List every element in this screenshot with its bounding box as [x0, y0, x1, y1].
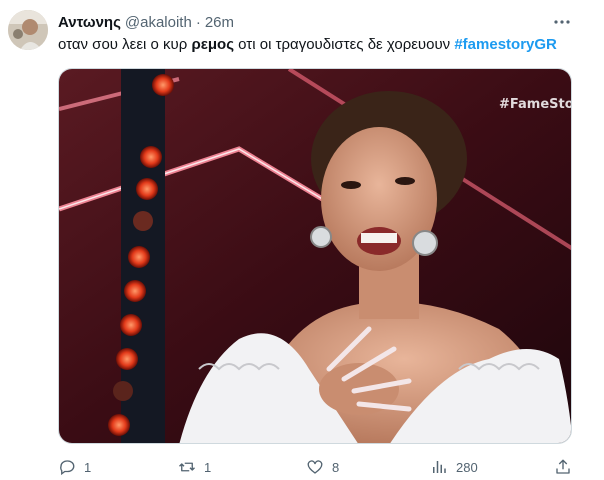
hashtag-link[interactable]: #famestoryGR — [454, 36, 557, 53]
like-icon — [307, 460, 323, 474]
reply-icon — [60, 460, 75, 476]
views-count: 280 — [456, 459, 478, 475]
timestamp[interactable]: 26m — [205, 14, 234, 31]
reply-count: 1 — [84, 459, 92, 475]
author-handle[interactable]: @akaloith — [125, 14, 192, 31]
share-icon — [556, 459, 570, 474]
views-icon — [433, 461, 446, 473]
separator: · — [195, 13, 201, 31]
tweet-text-bold: ρεμος — [191, 36, 234, 53]
repost-count: 1 — [204, 459, 212, 475]
tweet-text: οταν σου λεει ο κυρ ρεμος οτι οι τραγουδ… — [58, 35, 588, 55]
avatar[interactable] — [8, 10, 48, 50]
media-watermark: #FameStor — [499, 97, 572, 112]
reply-button[interactable]: 1 — [58, 456, 91, 478]
tweet-text-part2: οτι οι τραγουδιστες δε χορευουν — [234, 36, 455, 53]
more-icon — [554, 20, 570, 24]
tweet-media-image[interactable]: #FameStor — [58, 68, 572, 444]
tweet-text-part1: οταν σου λεει ο κυρ — [58, 36, 192, 53]
media-illustration — [59, 69, 571, 443]
tweet-actions: 1 1 8 280 — [58, 456, 578, 478]
like-button[interactable]: 8 — [306, 456, 339, 478]
repost-icon — [179, 462, 195, 472]
repost-button[interactable]: 1 — [178, 456, 211, 478]
tweet-card[interactable]: Αντωνης @akaloith · 26m οταν σου λεει ο … — [0, 0, 604, 480]
author-name[interactable]: Αντωνης — [58, 14, 121, 31]
views-button[interactable]: 280 — [430, 456, 478, 478]
more-button[interactable] — [548, 12, 576, 32]
like-count: 8 — [332, 459, 340, 475]
tweet-header: Αντωνης @akaloith · 26m — [58, 12, 234, 32]
share-button[interactable] — [554, 456, 572, 478]
